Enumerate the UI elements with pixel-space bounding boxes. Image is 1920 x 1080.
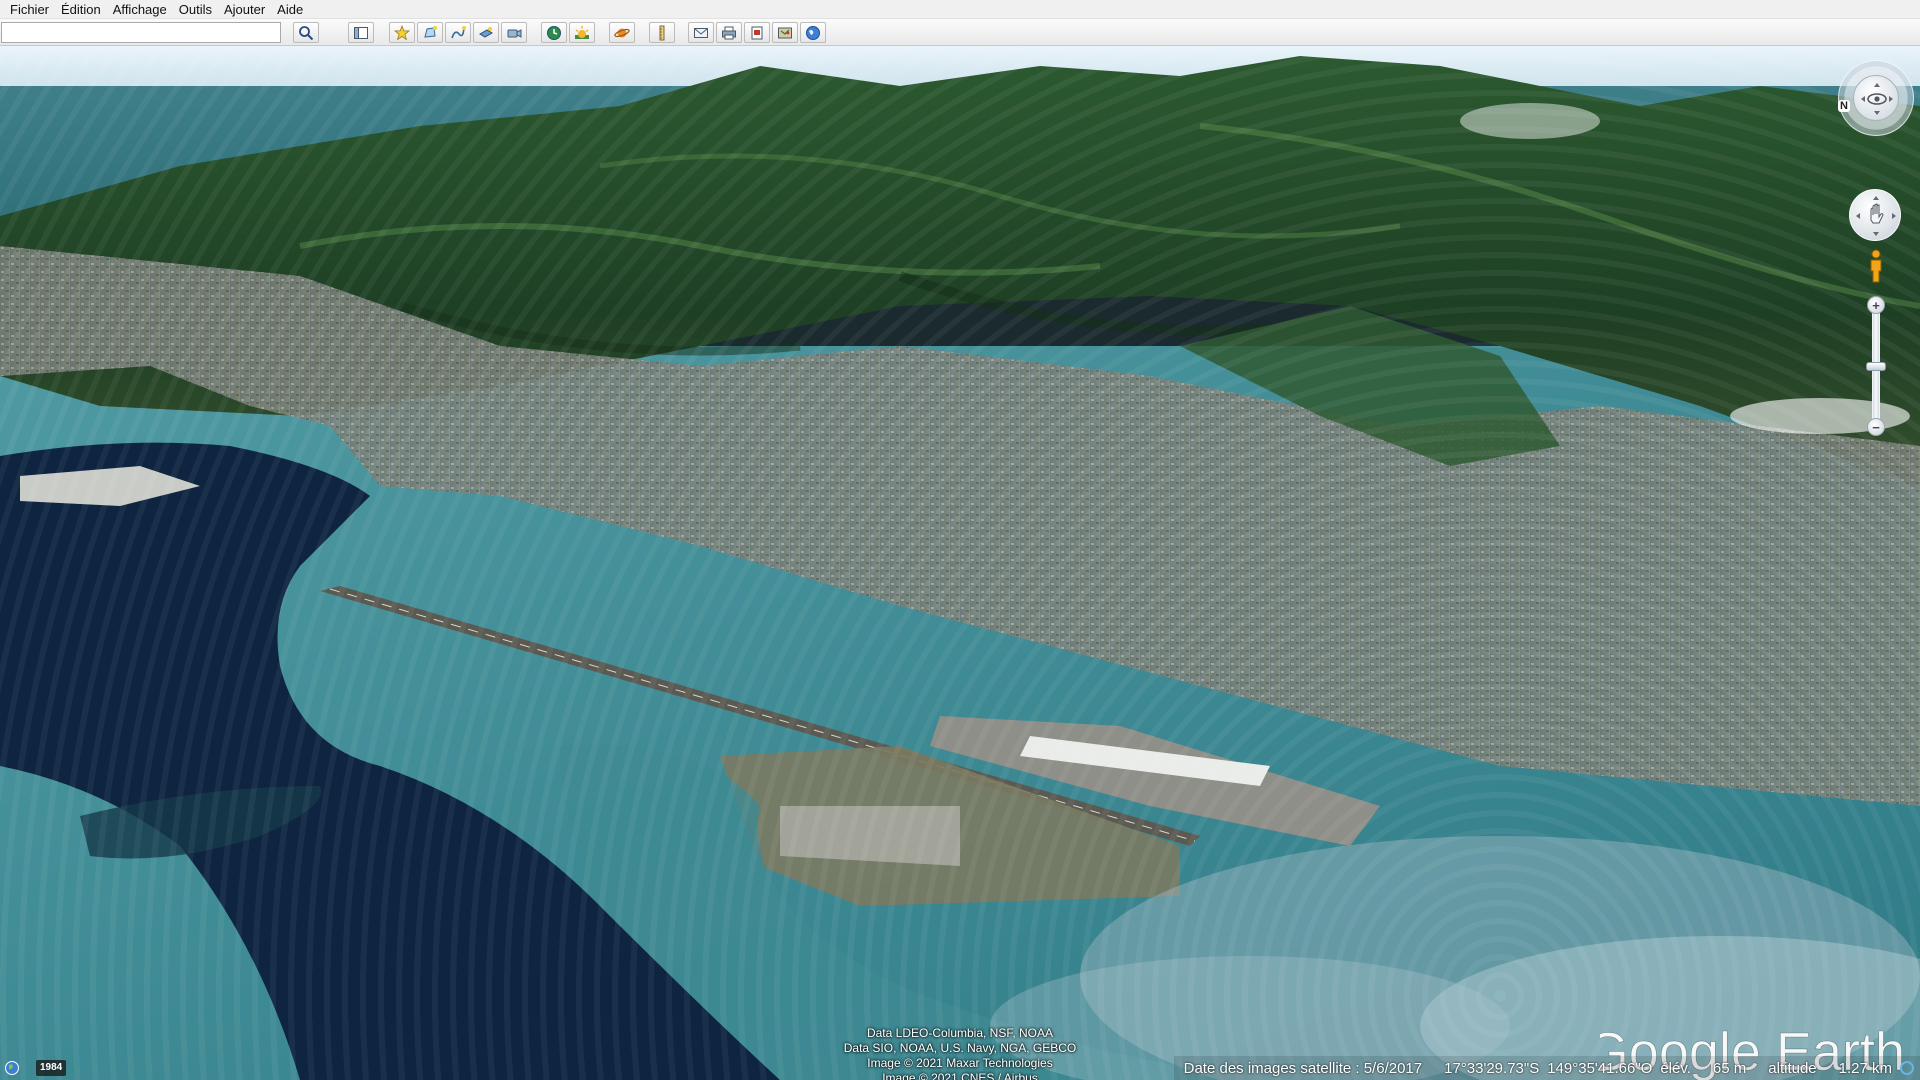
attribution-line: Data SIO, NOAA, U.S. Navy, NGA, GEBCO [843, 1041, 1077, 1055]
email-button[interactable] [688, 22, 714, 43]
view-maps-icon [778, 27, 792, 38]
imagery-date: Date des images satellite : 5/6/2017 [1183, 1059, 1423, 1077]
historical-imagery-icon [547, 25, 561, 40]
menu-affichage[interactable]: Affichage [107, 0, 173, 19]
plus-icon: + [1872, 297, 1880, 313]
latitude-readout: 17°33'29.73"S [1444, 1059, 1540, 1077]
add-image-overlay-button[interactable] [473, 22, 499, 43]
menu-aide[interactable]: Aide [271, 0, 309, 19]
save-image-button[interactable] [744, 22, 770, 43]
zoom-in-button[interactable]: + [1867, 296, 1885, 314]
status-left: 1984 [4, 1060, 67, 1076]
zoom-slider-thumb[interactable] [1866, 362, 1886, 371]
ruler-icon [659, 25, 665, 40]
map-viewport[interactable]: N + − Data LDEO-Columbia, NSF, NOAA Data… [0, 46, 1920, 1080]
search-icon [299, 25, 314, 40]
north-indicator[interactable]: N [1838, 100, 1850, 112]
add-path-button[interactable] [445, 22, 471, 43]
search-button[interactable] [293, 22, 319, 43]
sidebar-icon [354, 26, 368, 39]
path-icon [451, 25, 466, 38]
terrain-view [0, 56, 1920, 1080]
altitude-label: altitude [1768, 1059, 1817, 1077]
image-overlay-icon [479, 26, 493, 38]
add-polygon-button[interactable] [417, 22, 443, 43]
polygon-icon [424, 25, 437, 38]
historical-year-badge[interactable]: 1984 [36, 1060, 67, 1076]
menu-bar: Fichier Édition Affichage Outils Ajouter… [0, 0, 1920, 19]
menu-ajouter[interactable]: Ajouter [218, 0, 271, 19]
altitude-value: 1.27 km [1838, 1059, 1892, 1077]
zoom-out-button[interactable]: − [1867, 418, 1885, 436]
toolbar [0, 19, 1920, 46]
planets-icon [614, 28, 630, 37]
print-icon [722, 26, 736, 39]
elevation-label: élév. [1660, 1059, 1691, 1077]
email-icon [694, 27, 708, 38]
web-globe-button[interactable] [800, 22, 826, 43]
placemark-icon [394, 24, 410, 40]
record-tour-button[interactable] [501, 22, 527, 43]
sidebar-toggle-button[interactable] [348, 22, 374, 43]
minus-icon: − [1872, 419, 1880, 435]
elevation-value: 65 m [1712, 1059, 1747, 1077]
hand-icon [1856, 196, 1896, 236]
globe-icon [806, 25, 820, 40]
status-readout: Date des images satellite : 5/6/2017 17°… [1173, 1056, 1920, 1080]
sunlight-button[interactable] [569, 22, 595, 43]
loading-ring-icon [1900, 1061, 1914, 1075]
add-placemark-button[interactable] [389, 22, 415, 43]
search-input[interactable] [1, 22, 281, 43]
look-joystick-center[interactable] [1853, 75, 1899, 121]
status-bar: 1984 Date des images satellite : 5/6/201… [0, 1056, 1920, 1080]
longitude-readout: 149°35'41.66"O [1547, 1059, 1653, 1077]
attribution-line: Data LDEO-Columbia, NSF, NOAA [866, 1026, 1054, 1040]
ruler-button[interactable] [649, 22, 675, 43]
eye-icon [1861, 83, 1893, 115]
look-joystick[interactable] [1838, 60, 1914, 136]
move-joystick[interactable] [1849, 189, 1901, 241]
historical-imagery-button[interactable] [541, 22, 567, 43]
street-view-pegman-icon[interactable] [1866, 249, 1886, 283]
print-button[interactable] [716, 22, 742, 43]
menu-outils[interactable]: Outils [173, 0, 218, 19]
menu-edition[interactable]: Édition [55, 0, 107, 19]
planets-button[interactable] [609, 22, 635, 43]
view-in-maps-button[interactable] [772, 22, 798, 43]
record-tour-icon [507, 28, 522, 38]
sunlight-icon [575, 25, 589, 39]
menu-fichier[interactable]: Fichier [4, 0, 55, 19]
save-image-icon [751, 26, 763, 39]
streaming-globe-icon [5, 1061, 19, 1075]
